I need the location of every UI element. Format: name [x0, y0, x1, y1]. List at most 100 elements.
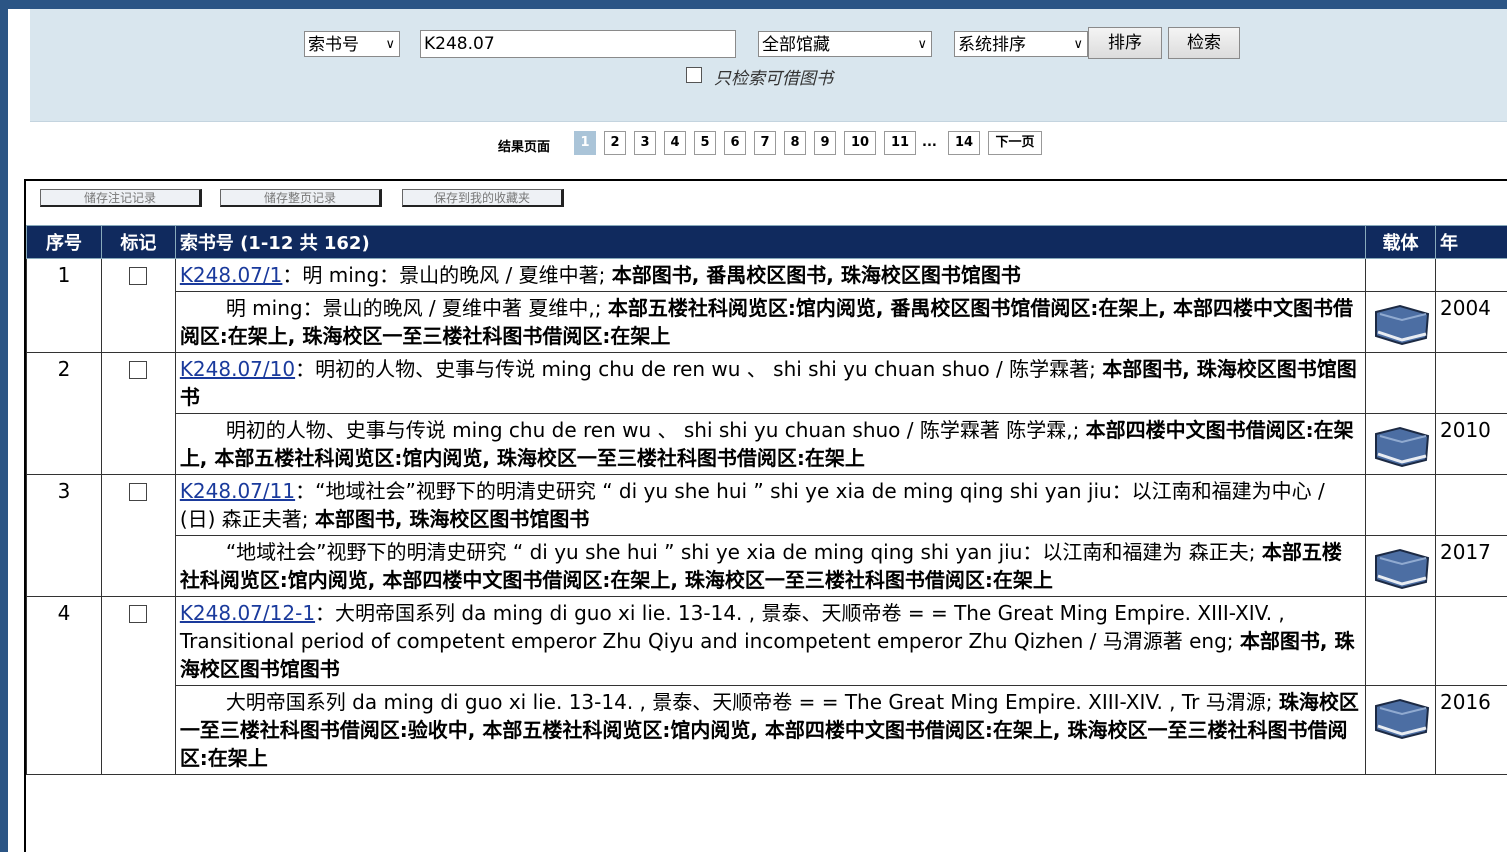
call-number-link[interactable]: K248.07/12-1 — [180, 601, 315, 625]
sort-button[interactable]: 排序 — [1088, 27, 1162, 59]
year-empty — [1435, 474, 1507, 536]
holding-text: 大明帝国系列 da ming di guo xi lie. 13-14. , 景… — [225, 690, 1273, 714]
search-button[interactable]: 检索 — [1168, 27, 1240, 59]
save-page-button[interactable]: 储存整页记录 — [220, 189, 382, 207]
row-number: 2 — [26, 352, 102, 475]
save-favorites-button[interactable]: 保存到我的收藏夹 — [402, 189, 564, 207]
media-empty — [1365, 474, 1436, 536]
table-row: 4 K248.07/12-1：大明帝国系列 da ming di guo xi … — [26, 596, 1507, 775]
record-locations: 本部图书, 珠海校区图书馆图书 — [314, 507, 590, 531]
media-empty — [1365, 596, 1436, 686]
row-mark-cell — [100, 352, 176, 475]
header-callno[interactable]: 索书号 (1-12 共 162) — [174, 225, 1367, 259]
pagination: 结果页面 1 2 3 4 5 6 7 8 9 10 11 ... 14 下一页 — [8, 127, 1507, 161]
call-number-link[interactable]: K248.07/1 — [180, 263, 283, 287]
page-7[interactable]: 7 — [754, 131, 776, 155]
record-title-cell: K248.07/1：明 ming：景山的晚风 / 夏维中著; 本部图书, 番禺校… — [174, 258, 1367, 292]
page-3[interactable]: 3 — [634, 131, 656, 155]
sort-select-value: 系统排序 — [958, 35, 1026, 55]
page-8[interactable]: 8 — [784, 131, 806, 155]
media-empty — [1365, 352, 1436, 414]
row-mark-cell — [100, 474, 176, 597]
save-marked-button[interactable]: 储存注记记录 — [40, 189, 202, 207]
year-empty — [1435, 596, 1507, 686]
page-1[interactable]: 1 — [574, 131, 596, 155]
book-icon[interactable] — [1372, 424, 1430, 468]
row-mark-cell — [100, 596, 176, 775]
table-row: 2 K248.07/10：明初的人物、史事与传说 ming chu de ren… — [26, 352, 1507, 475]
year-empty — [1435, 352, 1507, 414]
header-year[interactable]: 年 — [1435, 225, 1507, 259]
pagination-ellipsis: ... — [922, 135, 937, 150]
chevron-down-icon: ∨ — [385, 37, 395, 52]
year-cell: 2004 — [1435, 291, 1507, 353]
page-4[interactable]: 4 — [664, 131, 686, 155]
holding-cell: 大明帝国系列 da ming di guo xi lie. 13-14. , 景… — [174, 685, 1367, 775]
field-select-value: 索书号 — [308, 35, 359, 55]
page-2[interactable]: 2 — [604, 131, 626, 155]
next-page-button[interactable]: 下一页 — [988, 131, 1042, 155]
media-empty — [1365, 258, 1436, 292]
results-panel: 储存注记记录 储存整页记录 保存到我的收藏夹 序号 标记 索书号 (1-12 共… — [24, 179, 1507, 852]
chevron-down-icon: ∨ — [1073, 37, 1083, 52]
call-number-link[interactable]: K248.07/10 — [180, 357, 295, 381]
row-mark-checkbox[interactable] — [129, 267, 148, 285]
record-title: ：大明帝国系列 da ming di guo xi lie. 13-14. , … — [179, 601, 1285, 653]
row-number: 3 — [26, 474, 102, 597]
record-locations: 本部图书, 番禺校区图书, 珠海校区图书馆图书 — [611, 263, 1021, 287]
table-subrow: “地域社会”视野下的明清史研究 “ di yu she hui ” shi ye… — [27, 535, 1507, 597]
table-subrow: 大明帝国系列 da ming di guo xi lie. 13-14. , 景… — [27, 685, 1507, 775]
row-number: 1 — [26, 258, 102, 353]
page: 索书号 ∨ K248.07 全部馆藏 ∨ 系统排序 ∨ 排序 检索 只检索可借图书 结… — [8, 9, 1507, 852]
field-select[interactable]: 索书号 ∨ — [304, 31, 400, 57]
collection-select-value: 全部馆藏 — [762, 35, 830, 55]
page-5[interactable]: 5 — [694, 131, 716, 155]
collection-select[interactable]: 全部馆藏 ∨ — [758, 31, 932, 57]
available-only-checkbox[interactable] — [686, 67, 702, 83]
media-cell — [1365, 413, 1436, 475]
book-icon[interactable] — [1372, 302, 1430, 346]
holding-cell: 明 ming：景山的晚风 / 夏维中著 夏维中,; 本部五楼社科阅览区:馆内阅览… — [174, 291, 1367, 353]
page-6[interactable]: 6 — [724, 131, 746, 155]
results-table: 序号 标记 索书号 (1-12 共 162) 载体 年 1 K248.07/1：… — [26, 225, 1507, 775]
holding-cell: “地域社会”视野下的明清史研究 “ di yu she hui ” shi ye… — [174, 535, 1367, 597]
row-mark-cell — [100, 258, 176, 353]
chevron-down-icon: ∨ — [917, 37, 927, 52]
search-input[interactable]: K248.07 — [420, 30, 736, 58]
search-bar: 索书号 ∨ K248.07 全部馆藏 ∨ 系统排序 ∨ 排序 检索 只检索可借图书 — [30, 9, 1507, 122]
record-title-cell: K248.07/10：明初的人物、史事与传说 ming chu de ren w… — [174, 352, 1367, 414]
record-title-cell: K248.07/11：“地域社会”视野下的明清史研究 “ di yu she h… — [174, 474, 1367, 536]
table-row: 1 K248.07/1：明 ming：景山的晚风 / 夏维中著; 本部图书, 番… — [26, 258, 1507, 353]
header-mark: 标记 — [100, 225, 176, 259]
year-cell: 2017 — [1435, 535, 1507, 597]
media-cell — [1365, 291, 1436, 353]
book-icon[interactable] — [1372, 696, 1430, 740]
holding-text: 明初的人物、史事与传说 ming chu de ren wu 、 shi shi… — [225, 418, 1080, 442]
row-mark-checkbox[interactable] — [129, 483, 148, 501]
record-title-cell: K248.07/12-1：大明帝国系列 da ming di guo xi li… — [174, 596, 1367, 686]
page-11[interactable]: 11 — [884, 131, 916, 155]
call-number-link[interactable]: K248.07/11 — [180, 479, 295, 503]
page-10[interactable]: 10 — [844, 131, 876, 155]
table-header-row: 序号 标记 索书号 (1-12 共 162) 载体 年 — [26, 225, 1507, 259]
pagination-label: 结果页面 — [498, 140, 551, 155]
sort-select[interactable]: 系统排序 ∨ — [954, 31, 1088, 57]
header-media: 载体 — [1365, 225, 1436, 259]
results-toolbar: 储存注记记录 储存整页记录 保存到我的收藏夹 — [26, 181, 1507, 225]
row-number: 4 — [26, 596, 102, 775]
row-mark-checkbox[interactable] — [129, 605, 148, 623]
table-subrow: 明 ming：景山的晚风 / 夏维中著 夏维中,; 本部五楼社科阅览区:馆内阅览… — [27, 291, 1507, 353]
row-mark-checkbox[interactable] — [129, 361, 148, 379]
year-empty — [1435, 258, 1507, 292]
media-cell — [1365, 685, 1436, 775]
holding-text: “地域社会”视野下的明清史研究 “ di yu she hui ” shi ye… — [225, 540, 1256, 564]
page-14[interactable]: 14 — [948, 131, 980, 155]
search-input-value: K248.07 — [424, 34, 495, 54]
record-title: ：明初的人物、史事与传说 ming chu de ren wu 、 shi sh… — [295, 357, 1096, 381]
available-only-label: 只检索可借图书 — [714, 69, 833, 89]
page-9[interactable]: 9 — [814, 131, 836, 155]
media-cell — [1365, 535, 1436, 597]
year-cell: 2016 — [1435, 685, 1507, 775]
book-icon[interactable] — [1372, 546, 1430, 590]
record-title: ：明 ming：景山的晚风 / 夏维中著; — [282, 263, 606, 287]
